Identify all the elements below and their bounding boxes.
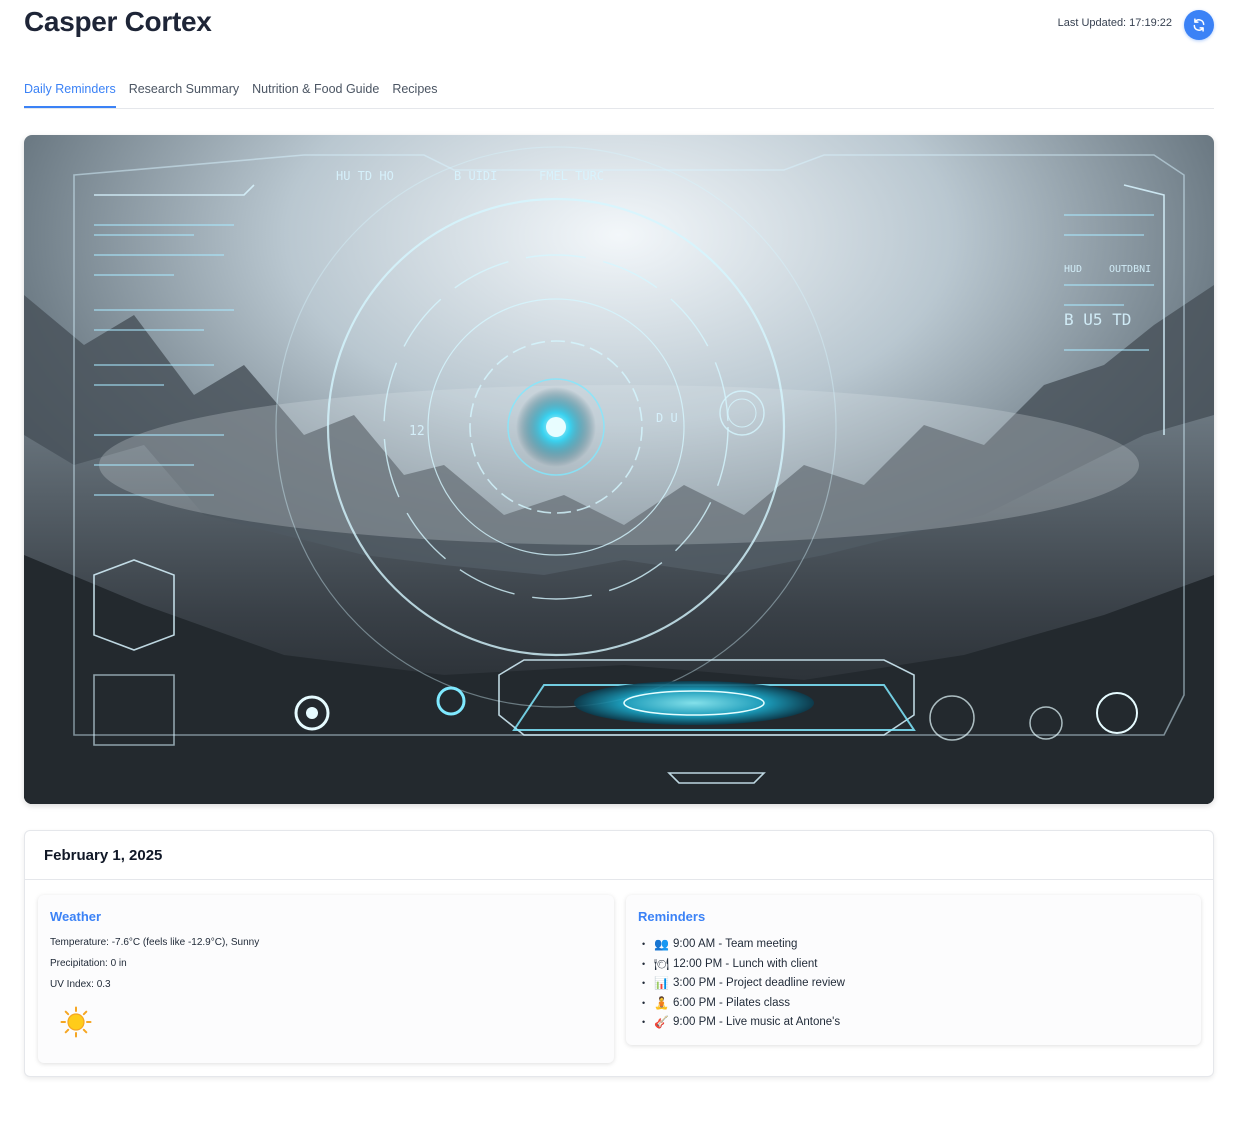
last-updated-text: Last Updated: 17:19:22 xyxy=(1057,17,1172,29)
reminders-list: • 👥 9:00 AM - Team meeting • 🍽 12:00 PM … xyxy=(638,935,1189,1033)
hud-text-top2: B UIDI xyxy=(454,169,497,183)
hud-text-right2: OUTDBNI xyxy=(1109,264,1151,275)
plate-icon: 🍽 xyxy=(654,956,670,971)
team-icon: 👥 xyxy=(654,937,669,951)
reminder-text: 9:00 PM - Live music at Antone's xyxy=(673,1016,841,1028)
weather-uv-index: UV Index: 0.3 xyxy=(50,979,111,990)
reminders-panel: Reminders • 👥 9:00 AM - Team meeting • 🍽… xyxy=(626,895,1201,1045)
tab-nutrition-food-guide[interactable]: Nutrition & Food Guide xyxy=(252,76,379,108)
tab-daily-reminders[interactable]: Daily Reminders xyxy=(24,76,116,108)
meditation-icon: 🧘 xyxy=(654,995,669,1010)
sun-icon xyxy=(60,1006,92,1038)
reminder-text: 9:00 AM - Team meeting xyxy=(673,938,798,950)
weather-panel: Weather Temperature: -7.6°C (feels like … xyxy=(38,895,614,1063)
hud-text-mid: D U xyxy=(656,411,678,425)
hud-text-right1: HUD xyxy=(1064,264,1082,275)
hud-text-left: 12 xyxy=(409,424,425,439)
list-item: • 🧘 6:00 PM - Pilates class xyxy=(642,994,1189,1014)
app-title: Casper Cortex xyxy=(24,6,212,37)
list-item: • 🎸 9:00 PM - Live music at Antone's xyxy=(642,1013,1189,1033)
date-heading: February 1, 2025 xyxy=(25,831,1213,880)
weather-precipitation: Precipitation: 0 in xyxy=(50,958,127,969)
tab-recipes[interactable]: Recipes xyxy=(392,76,437,108)
weather-title: Weather xyxy=(50,909,102,924)
app-header: Casper Cortex Last Updated: 17:19:22 xyxy=(24,0,1214,48)
weather-temperature: Temperature: -7.6°C (feels like -12.9°C)… xyxy=(50,937,260,948)
hud-text-top3: FMEL TURC xyxy=(539,169,604,183)
daily-card: February 1, 2025 Weather Temperature: -7… xyxy=(24,830,1214,1077)
chart-icon: 📊 xyxy=(654,976,669,990)
tab-research-summary[interactable]: Research Summary xyxy=(129,76,239,108)
tab-bar: Daily Reminders Research Summary Nutriti… xyxy=(24,76,1214,109)
hero-image: HU TD HO B UIDI FMEL TURC HUD OUTDBNI B … xyxy=(24,135,1214,804)
reminder-text: 6:00 PM - Pilates class xyxy=(673,996,790,1009)
refresh-icon xyxy=(1193,18,1205,32)
list-item: • 👥 9:00 AM - Team meeting xyxy=(642,935,1189,955)
list-item: • 📊 3:00 PM - Project deadline review xyxy=(642,974,1189,994)
reminder-text: 12:00 PM - Lunch with client xyxy=(673,957,818,970)
reminders-title: Reminders xyxy=(638,909,706,924)
hud-text-right3: B U5 TD xyxy=(1064,310,1131,329)
guitar-icon: 🎸 xyxy=(654,1015,669,1029)
hud-text-top: HU TD HO xyxy=(336,169,394,183)
list-item: • 🍽 12:00 PM - Lunch with client xyxy=(642,955,1189,975)
refresh-button[interactable] xyxy=(1184,10,1214,40)
reminder-text: 3:00 PM - Project deadline review xyxy=(673,977,845,989)
